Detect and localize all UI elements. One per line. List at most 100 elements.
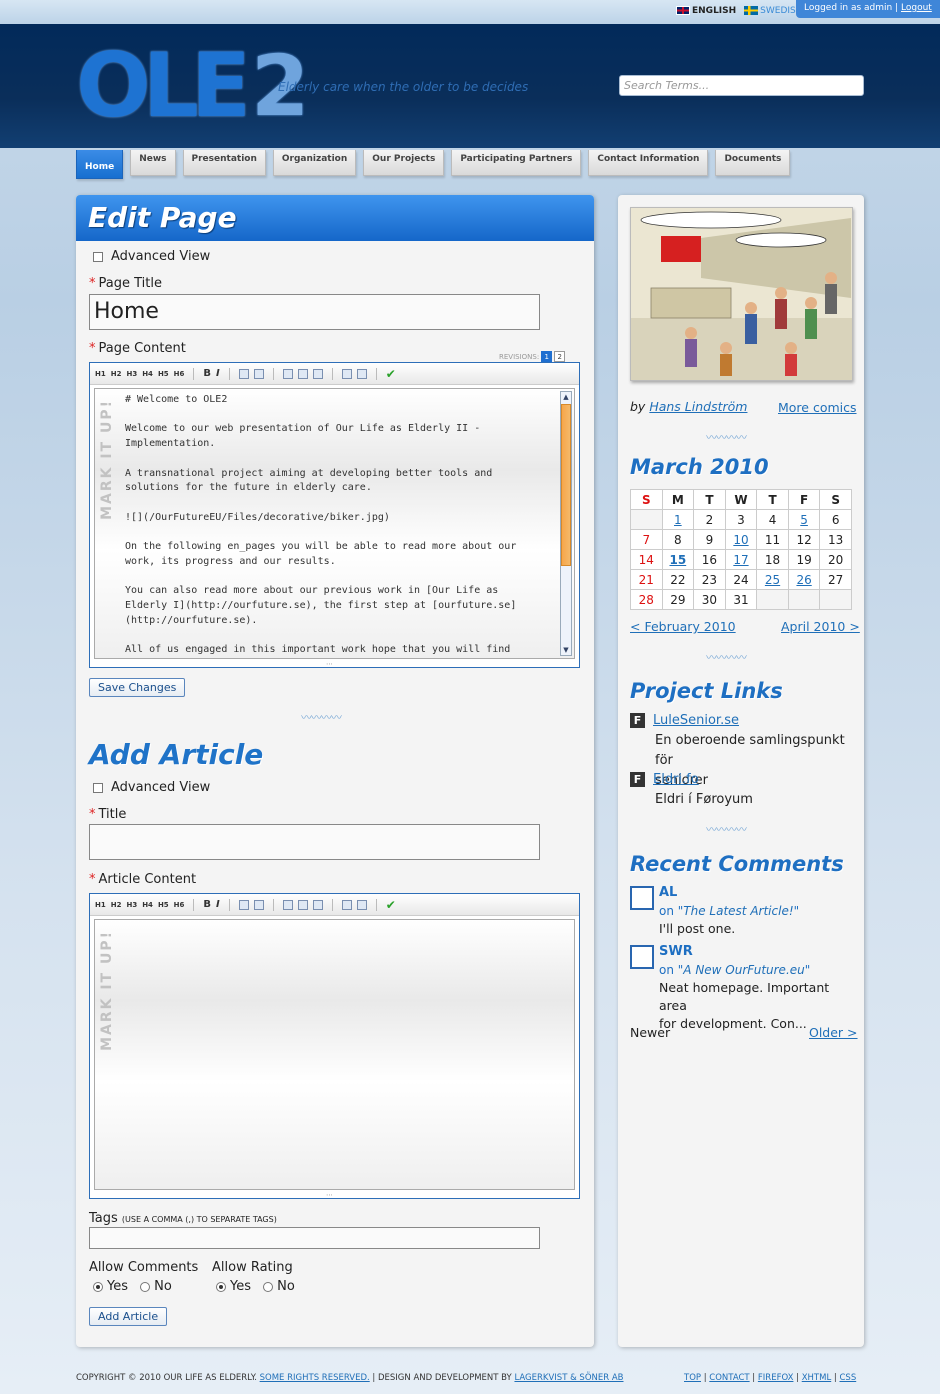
footer-xhtml-link[interactable]: XHTML xyxy=(802,1373,831,1383)
h4-button[interactable]: H4 xyxy=(142,901,153,909)
scroll-down-icon[interactable]: ▼ xyxy=(561,645,571,655)
preview-icon[interactable] xyxy=(312,899,323,910)
calendar-day[interactable]: 17 xyxy=(724,549,758,570)
rights-link[interactable]: SOME RIGHTS RESERVED. xyxy=(260,1373,370,1383)
revision-2-button[interactable]: 2 xyxy=(554,351,566,362)
comment-article-link[interactable]: A New OurFuture.eu xyxy=(683,963,804,977)
calendar-day-link[interactable]: 17 xyxy=(733,553,748,567)
footer-contact-link[interactable]: CONTACT xyxy=(709,1373,749,1383)
more-comics-link[interactable]: More comics xyxy=(778,400,857,415)
company-link[interactable]: LAGERKVIST & SÖNER AB xyxy=(514,1373,623,1383)
page-content-textarea[interactable]: MARK IT UP! # Welcome to OLE2 Welcome to… xyxy=(94,388,575,659)
bold-button[interactable]: B xyxy=(203,899,211,910)
calendar-day-link[interactable]: 26 xyxy=(796,573,811,587)
project-link[interactable]: LuleSenior.se xyxy=(653,713,739,728)
english-link[interactable]: ENGLISH xyxy=(676,6,736,16)
next-month-link[interactable]: April 2010 > xyxy=(781,619,860,634)
page-title-input[interactable]: Home xyxy=(89,294,540,330)
edit-advanced-view[interactable]: Advanced View xyxy=(89,249,210,264)
nav-home[interactable]: Home xyxy=(76,150,124,179)
calendar-day[interactable]: 25 xyxy=(756,569,789,590)
italic-button[interactable]: I xyxy=(216,368,220,379)
footer-css-link[interactable]: CSS xyxy=(839,1373,856,1383)
bold-button[interactable]: B xyxy=(203,368,211,379)
calendar-day[interactable]: 26 xyxy=(787,569,821,590)
comments-yes-radio[interactable] xyxy=(93,1281,103,1292)
calendar-day-link[interactable]: 5 xyxy=(800,513,808,527)
logout-link[interactable]: Logout xyxy=(901,3,932,13)
calendar-day-link[interactable]: 1 xyxy=(674,513,682,527)
nav-presentation[interactable]: Presentation xyxy=(182,150,266,176)
nav-our-projects[interactable]: Our Projects xyxy=(363,150,445,176)
numbered-list-icon[interactable] xyxy=(253,899,264,910)
footer-firefox-link[interactable]: FIREFOX xyxy=(758,1373,794,1383)
add-article-button[interactable]: Add Article xyxy=(89,1307,168,1326)
rating-no-radio[interactable] xyxy=(263,1281,274,1292)
clean-icon[interactable] xyxy=(341,899,352,910)
older-link[interactable]: Older > xyxy=(809,1025,858,1040)
tags-input[interactable] xyxy=(89,1227,540,1249)
bulleted-list-icon[interactable] xyxy=(238,899,249,910)
scroll-up-icon[interactable]: ▲ xyxy=(561,392,571,402)
h4-button[interactable]: H4 xyxy=(142,370,153,378)
h1-button[interactable]: H1 xyxy=(95,901,106,909)
nav-documents[interactable]: Documents xyxy=(715,150,791,176)
nav-participating-partners[interactable]: Participating Partners xyxy=(451,150,582,176)
save-changes-button[interactable]: Save Changes xyxy=(89,678,186,697)
italic-button[interactable]: I xyxy=(216,899,220,910)
h5-button[interactable]: H5 xyxy=(158,370,169,378)
calendar-day[interactable]: 15 xyxy=(661,549,695,570)
editor-scrollbar[interactable]: ▲ ▼ xyxy=(560,391,572,656)
scroll-thumb[interactable] xyxy=(561,404,571,566)
nav-organization[interactable]: Organization xyxy=(272,150,357,176)
picture-icon[interactable] xyxy=(282,899,293,910)
revision-1-button[interactable]: 1 xyxy=(541,351,553,362)
advanced-view-checkbox[interactable] xyxy=(93,251,103,262)
h5-button[interactable]: H5 xyxy=(158,901,169,909)
calendar-day[interactable]: 5 xyxy=(787,509,821,530)
h6-button[interactable]: H6 xyxy=(174,901,185,909)
nav-news[interactable]: News xyxy=(130,150,176,176)
nav-contact-information[interactable]: Contact Information xyxy=(588,150,709,176)
check-icon[interactable]: ✔ xyxy=(386,367,396,381)
link-icon[interactable] xyxy=(297,368,308,379)
calendar-day-link[interactable]: 15 xyxy=(669,553,686,567)
comic-image[interactable] xyxy=(630,207,853,381)
calendar-day-link[interactable]: 25 xyxy=(765,573,780,587)
preview-icon[interactable] xyxy=(312,368,323,379)
h1-button[interactable]: H1 xyxy=(95,370,106,378)
comic-author-link[interactable]: Hans Lindström xyxy=(649,399,747,414)
picture-icon[interactable] xyxy=(282,368,293,379)
h3-button[interactable]: H3 xyxy=(126,370,137,378)
article-advanced-view-checkbox[interactable] xyxy=(93,782,103,793)
site-logo[interactable]: OLE 2 xyxy=(76,42,310,130)
source-icon[interactable] xyxy=(356,368,367,379)
project-link[interactable]: Eldri.fo xyxy=(653,772,699,787)
check-icon[interactable]: ✔ xyxy=(386,898,396,912)
link-icon[interactable] xyxy=(297,899,308,910)
article-advanced-view[interactable]: Advanced View xyxy=(89,780,210,795)
comments-no-radio[interactable] xyxy=(140,1281,151,1292)
calendar-day[interactable]: 10 xyxy=(724,529,758,550)
prev-month-link[interactable]: < February 2010 xyxy=(630,619,736,634)
rating-yes-radio[interactable] xyxy=(216,1281,226,1292)
source-icon[interactable] xyxy=(356,899,367,910)
article-title-input[interactable] xyxy=(89,824,540,860)
calendar-day[interactable]: 1 xyxy=(661,509,695,530)
resize-grip-icon[interactable]: ⋯ xyxy=(326,1191,333,1199)
numbered-list-icon[interactable] xyxy=(253,368,264,379)
h6-button[interactable]: H6 xyxy=(174,370,185,378)
resize-grip-icon[interactable]: ⋯ xyxy=(326,660,333,668)
h2-button[interactable]: H2 xyxy=(111,901,122,909)
article-content-textarea[interactable]: MARK IT UP! xyxy=(94,919,575,1190)
h2-button[interactable]: H2 xyxy=(111,370,122,378)
h3-button[interactable]: H3 xyxy=(126,901,137,909)
footer-top-link[interactable]: TOP xyxy=(684,1373,701,1383)
comment-article-link[interactable]: The Latest Article! xyxy=(683,904,793,918)
calendar-day-link[interactable]: 10 xyxy=(733,533,748,547)
swedish-link[interactable]: SWEDISH xyxy=(744,6,803,16)
clean-icon[interactable] xyxy=(341,368,352,379)
article-content-label: * Article Content xyxy=(89,872,197,887)
bulleted-list-icon[interactable] xyxy=(238,368,249,379)
search-input[interactable]: Search Terms... xyxy=(619,75,864,96)
